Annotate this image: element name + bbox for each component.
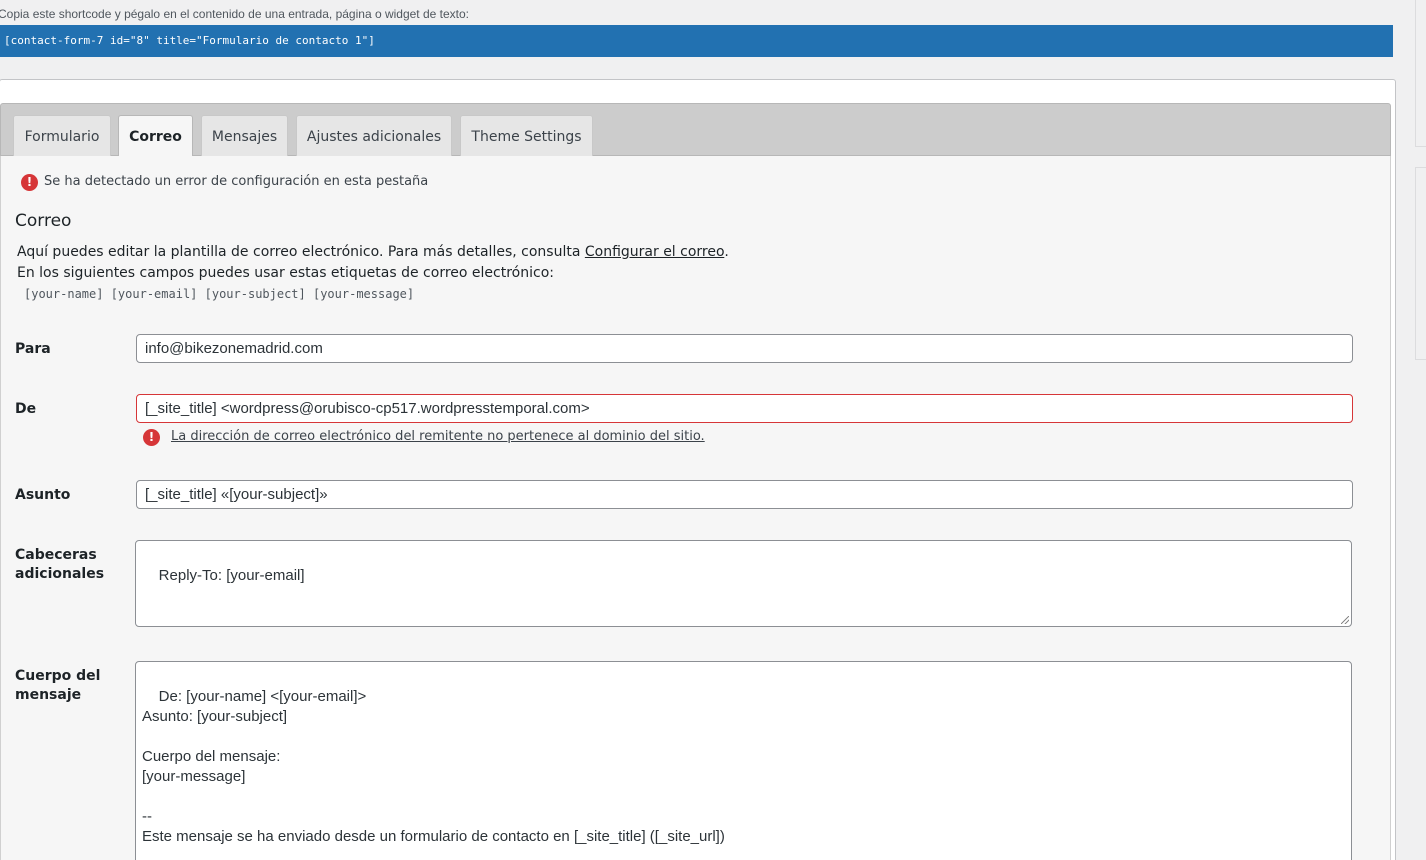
additional-headers-value: Reply-To: [your-email]: [158, 567, 305, 584]
sidebar-box-edge: [1415, 167, 1426, 168]
config-error-message: Se ha detectado un error de configuració…: [44, 174, 429, 189]
mail-tags-list: [your-name] [your-email] [your-subject] …: [24, 287, 415, 301]
tab-mensajes[interactable]: Mensajes: [201, 115, 288, 157]
de-label: De: [15, 401, 37, 417]
sidebar-box-edge: [1415, 359, 1426, 360]
sidebar-box-edge: [1415, 0, 1416, 146]
cabeceras-label-line2: adicionales: [15, 566, 105, 582]
cuerpo-label-line1: Cuerpo del: [15, 668, 101, 684]
asunto-input[interactable]: [_site_title] «[your-subject]»: [136, 480, 1353, 509]
tab-ajustes-adicionales[interactable]: Ajustes adicionales: [296, 115, 452, 157]
mail-tags-intro: En los siguientes campos puedes usar est…: [17, 265, 554, 281]
sidebar-box-edge: [1415, 167, 1416, 359]
error-icon: !: [21, 174, 38, 191]
tab-correo[interactable]: Correo: [118, 115, 193, 158]
additional-headers-textarea[interactable]: Reply-To: [your-email]: [135, 540, 1352, 627]
asunto-label: Asunto: [15, 487, 71, 503]
para-input[interactable]: info@bikezonemadrid.com: [136, 334, 1353, 363]
configure-mail-link[interactable]: Configurar el correo: [585, 244, 724, 260]
cuerpo-label-line2: mensaje: [15, 687, 82, 703]
mail-description: Aquí puedes editar la plantilla de corre…: [17, 244, 729, 260]
section-title: Correo: [15, 211, 72, 231]
shortcode-hint: Copia este shortcode y pégalo en el cont…: [0, 7, 470, 21]
sender-domain-error[interactable]: La dirección de correo electrónico del r…: [171, 429, 705, 444]
cabeceras-label-line1: Cabeceras: [15, 547, 97, 563]
para-label: Para: [15, 341, 51, 357]
message-body-textarea[interactable]: De: [your-name] <[your-email]> Asunto: […: [135, 661, 1352, 860]
cuerpo-label: Cuerpo del mensaje: [15, 667, 100, 705]
message-body-value: De: [your-name] <[your-email]> Asunto: […: [142, 688, 725, 845]
resize-grip-icon[interactable]: [1341, 616, 1349, 624]
description-suffix: .: [724, 244, 729, 260]
description-text: Aquí puedes editar la plantilla de corre…: [17, 244, 585, 260]
field-error-icon: !: [143, 429, 160, 446]
sidebar-box-edge: [1415, 146, 1426, 147]
cabeceras-label: Cabeceras adicionales: [15, 546, 104, 584]
shortcode-field[interactable]: [contact-form-7 id="8" title="Formulario…: [0, 25, 1393, 57]
tab-formulario[interactable]: Formulario: [13, 115, 111, 157]
cf7-mail-editor: Copia este shortcode y pégalo en el cont…: [0, 0, 1426, 860]
de-input[interactable]: [_site_title] <wordpress@orubisco-cp517.…: [136, 394, 1353, 423]
tab-theme-settings[interactable]: Theme Settings: [460, 115, 593, 157]
